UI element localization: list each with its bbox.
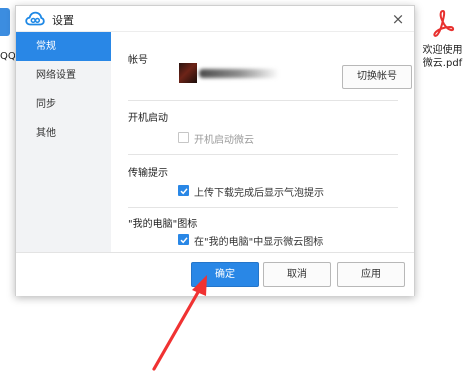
title-bar[interactable]: 设置 × — [16, 6, 414, 32]
startup-option-label: 开机启动微云 — [194, 135, 254, 146]
dialog-title: 设置 — [52, 14, 74, 27]
transfer-section-title: 传输提示 — [128, 168, 168, 179]
mycomputer-checkbox[interactable] — [178, 234, 189, 245]
weiyun-cloud-icon — [25, 11, 45, 26]
switch-account-button[interactable]: 切换帐号 — [342, 65, 412, 89]
settings-sidebar: 常规 网络设置 同步 其他 — [16, 32, 111, 252]
account-section-title: 帐号 — [128, 55, 148, 66]
apply-button[interactable]: 应用 — [337, 262, 405, 287]
divider — [128, 100, 398, 101]
sidebar-item-sync[interactable]: 同步 — [16, 90, 111, 119]
pdf-file-icon — [433, 10, 455, 37]
settings-dialog: 设置 × 常规 网络设置 同步 其他 帐号 切换帐号 开机启动 开机启动微云 传… — [15, 5, 415, 296]
sidebar-item-general[interactable]: 常规 — [16, 32, 111, 61]
sidebar-item-network[interactable]: 网络设置 — [16, 61, 111, 90]
avatar — [179, 63, 197, 83]
close-button[interactable]: × — [388, 9, 408, 29]
sidebar-item-other[interactable]: 其他 — [16, 119, 111, 148]
cancel-button[interactable]: 取消 — [263, 262, 331, 287]
mycomputer-section-title: "我的电脑"图标 — [128, 219, 198, 230]
startup-section-title: 开机启动 — [128, 113, 168, 124]
dialog-footer: 确定 取消 应用 — [16, 252, 414, 296]
transfer-checkbox[interactable] — [178, 185, 189, 196]
general-settings-panel: 帐号 切换帐号 开机启动 开机启动微云 传输提示 上传下载完成后显示气泡提示 "… — [111, 32, 414, 252]
transfer-option-label: 上传下载完成后显示气泡提示 — [194, 188, 324, 199]
mycomputer-option-label: 在"我的电脑"中显示微云图标 — [194, 237, 324, 248]
divider — [128, 207, 398, 208]
desktop-pdf-file[interactable]: 欢迎使用微云.pdf — [420, 6, 465, 78]
ok-button[interactable]: 确定 — [191, 262, 259, 287]
account-name-blurred — [199, 69, 279, 78]
checkmark-icon — [180, 188, 188, 195]
divider — [128, 154, 398, 155]
startup-checkbox[interactable] — [178, 132, 189, 143]
checkmark-icon — [180, 237, 188, 244]
desktop-icon-label: QQ — [0, 51, 16, 62]
folder-icon[interactable] — [0, 8, 10, 36]
pdf-file-label: 欢迎使用微云.pdf — [422, 45, 463, 69]
